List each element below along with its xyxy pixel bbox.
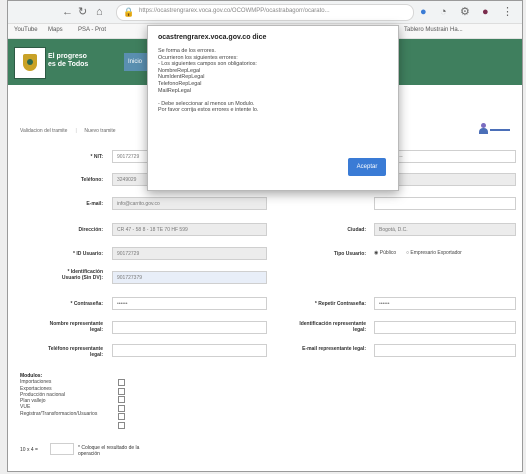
checkbox-exportaciones[interactable] <box>118 387 125 395</box>
site-title: El progreso es de Todos <box>48 53 89 68</box>
alert-dialog: ocastrengrarex.voca.gov.co dice Se forma… <box>147 25 399 191</box>
captcha-input[interactable] <box>50 443 74 455</box>
extension-icon[interactable]: ● <box>420 6 427 18</box>
bookmark-youtube[interactable]: YouTube <box>14 27 38 33</box>
user-underline <box>490 129 510 131</box>
browser-toolbar: ← ↻ ⌂ 🔒 https://ocastrengrarex.voca.gov.… <box>8 1 522 24</box>
identificacion-label: * Identificación Usuario (Sin DV): <box>61 269 103 281</box>
home-icon[interactable]: ⌂ <box>96 6 103 18</box>
email-right-input[interactable] <box>374 197 516 210</box>
alert-title: ocastrengrarex.voca.gov.co dice <box>158 34 267 41</box>
subnav-validacion[interactable]: Validacion del tramite <box>20 128 67 134</box>
checkbox-registrar[interactable] <box>118 421 125 429</box>
password-input[interactable]: •••••• <box>112 297 267 310</box>
radio-empresario[interactable]: ○ Empresario Exportador <box>406 250 462 256</box>
alert-line: Se forma de los errores. <box>158 48 216 54</box>
bookmark-maps[interactable]: Maps <box>48 27 63 33</box>
direccion-label: Dirección: <box>78 227 103 233</box>
direccion-input[interactable]: CR 47 - 58 8 - 18 TE 70 HF 599 <box>112 223 267 236</box>
id-usuario-input[interactable]: 90172729 <box>112 247 267 260</box>
captcha-hint: * Coloque el resultado de la operación <box>78 445 140 457</box>
email-input[interactable]: info@carrito.gov.co <box>112 197 267 210</box>
tel-rep-label: Teléfono representante legal: <box>48 346 103 358</box>
alert-line: NumIdentRepLegal <box>158 74 205 81</box>
ciudad-select[interactable]: Bogotá, D.C. <box>374 223 516 236</box>
checkbox-vue[interactable] <box>118 413 125 420</box>
menu-icon[interactable]: ⋮ <box>502 6 513 18</box>
alert-line: - Los siguientes campos son obligatorios… <box>158 61 257 68</box>
alert-line: - Debe seleccionar al menos un Modulo. <box>158 100 255 107</box>
ident-rep-label: Identificación representante legal: <box>299 321 366 333</box>
checkbox-plan-vallejo[interactable] <box>118 404 125 412</box>
alert-line: MailRepLegal <box>158 87 191 94</box>
modules-list: Modulos: Importaciones Exportaciones Pro… <box>20 373 97 417</box>
alert-line: NombreRepLegal <box>158 67 201 74</box>
alert-line: Ocurrieron los siguientes errores: <box>158 54 238 61</box>
modules-checkboxes <box>118 379 125 430</box>
nit-label: * NIT: <box>90 154 104 160</box>
bookmark-tablero[interactable]: Tablero Mustrain Ha... <box>404 27 463 33</box>
tel-rep-input[interactable] <box>112 344 267 357</box>
ident-rep-input[interactable] <box>374 321 516 334</box>
alert-message: Se forma de los errores. Ocurrieron los … <box>158 48 388 114</box>
colombia-shield-logo <box>14 47 46 79</box>
user-icon[interactable] <box>478 123 488 135</box>
ciudad-label: Ciudad: <box>347 227 366 233</box>
email-label: E-mail: <box>86 201 103 207</box>
repetir-contrasena-label: * Repetir Contraseña: <box>314 301 366 307</box>
tipo-usuario-label: Tipo Usuario: <box>333 251 366 257</box>
captcha-question: 10 x 4 = <box>20 447 38 453</box>
subnav-nuevo[interactable]: Nuevo tramite <box>84 128 115 134</box>
module-registrar: Registrar/Transformacion/Usuarios <box>20 410 98 417</box>
nombre-rep-label: Nombre representante legal: <box>49 321 103 333</box>
url-text: https://ocastrengrarex.voca.gov.co/OCOWM… <box>139 8 330 14</box>
alert-line <box>158 94 388 101</box>
settings-icon[interactable]: ⚙ <box>460 6 470 18</box>
breadcrumb: Validacion del tramite | Nuevo tramite <box>20 128 116 134</box>
radio-publico[interactable]: ◉ Público <box>374 250 396 256</box>
profile-avatar-icon[interactable]: ● <box>482 6 489 18</box>
bookmark-psa[interactable]: PSA - Prot <box>78 27 106 33</box>
email-rep-input[interactable] <box>374 344 516 357</box>
reload-icon[interactable]: ↻ <box>78 6 87 18</box>
checkbox-produccion[interactable] <box>118 396 125 403</box>
lock-icon: 🔒 <box>123 7 135 17</box>
id-usuario-label: * ID Usuario: <box>72 251 103 257</box>
identificacion-input[interactable]: 901727379 <box>112 271 267 284</box>
alert-line: TelefonoRepLegal <box>158 80 202 87</box>
alert-line: Por favor corrija estos errores e intent… <box>158 107 259 114</box>
collections-icon[interactable]: ◔ <box>440 6 447 18</box>
checkbox-importaciones[interactable] <box>118 379 125 386</box>
telefono-label: Teléfono: <box>80 177 103 183</box>
accept-button[interactable]: Aceptar <box>348 158 386 176</box>
email-rep-label: E-mail representante legal: <box>302 346 366 352</box>
back-icon[interactable]: ← <box>62 6 73 18</box>
browser-window: ← ↻ ⌂ 🔒 https://ocastrengrarex.voca.gov.… <box>7 0 523 472</box>
contrasena-label: * Contraseña: <box>70 301 103 307</box>
nombre-rep-input[interactable] <box>112 321 267 334</box>
address-bar[interactable]: 🔒 https://ocastrengrarex.voca.gov.co/OCO… <box>116 4 414 21</box>
repeat-password-input[interactable]: •••••• <box>374 297 516 310</box>
